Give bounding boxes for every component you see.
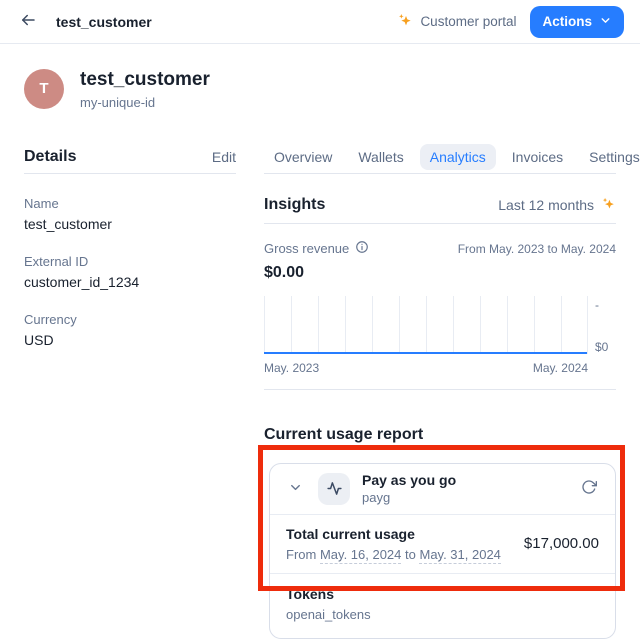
chart-zero-line [264, 352, 587, 354]
edit-details-button[interactable]: Edit [212, 149, 236, 165]
sparkle-icon [601, 196, 616, 214]
plan-name: Pay as you go [362, 472, 456, 488]
topbar: test_customer Customer portal Actions [0, 0, 640, 44]
back-button[interactable] [16, 10, 40, 34]
y-tick-top: - [595, 298, 616, 312]
insights-heading: Insights [264, 196, 325, 214]
usage-item-name: Tokens [286, 586, 599, 602]
avatar: T [24, 69, 64, 109]
usage-item-code: openai_tokens [286, 607, 599, 622]
range-label: Last 12 months [498, 197, 594, 213]
topbar-title: test_customer [56, 14, 152, 30]
usage-report-heading: Current usage report [264, 426, 616, 444]
page-content: T test_customer my-unique-id Details Edi… [0, 68, 640, 639]
chevron-down-icon [288, 480, 303, 498]
usage-item-row[interactable]: Tokens openai_tokens [270, 574, 615, 638]
actions-button[interactable]: Actions [530, 6, 624, 38]
customer-name: test_customer [80, 68, 210, 92]
collapse-toggle[interactable] [284, 478, 306, 500]
chart-period-label: From May. 2023 to May. 2024 [458, 240, 616, 282]
customer-portal-link[interactable]: Customer portal [397, 12, 516, 31]
customer-header: T test_customer my-unique-id [24, 68, 616, 110]
usage-period: From May. 16, 2024 to May. 31, 2024 [286, 547, 501, 562]
customer-portal-label: Customer portal [420, 14, 516, 29]
insights-header: Insights Last 12 months [264, 188, 616, 224]
details-panel: Details Edit Name test_customer External… [24, 144, 236, 639]
details-heading: Details [24, 148, 76, 166]
metric-left: Gross revenue $0.00 [264, 240, 369, 282]
gross-revenue-chart: - $0 [264, 296, 616, 354]
total-usage-left: Total current usage From May. 16, 2024 t… [286, 526, 501, 562]
tab-bar: Overview Wallets Analytics Invoices Sett… [264, 144, 616, 174]
chart-x-axis: May. 2023 May. 2024 [264, 361, 588, 375]
total-usage-row: Total current usage From May. 16, 2024 t… [270, 515, 615, 573]
total-usage-label: Total current usage [286, 526, 501, 542]
x-tick-end: May. 2024 [533, 361, 588, 375]
pulse-icon [318, 473, 350, 505]
y-tick-zero: $0 [595, 340, 616, 354]
refresh-button[interactable] [577, 477, 601, 501]
period-start-date[interactable]: May. 16, 2024 [320, 547, 401, 564]
refresh-icon [581, 479, 597, 498]
main-panel: Overview Wallets Analytics Invoices Sett… [264, 144, 616, 639]
actions-label: Actions [542, 14, 592, 29]
field-value: customer_id_1234 [24, 274, 236, 290]
chart-y-axis: - $0 [588, 296, 616, 354]
tab-settings[interactable]: Settings [579, 144, 640, 170]
gross-revenue-block: Gross revenue $0.00 From May. 2023 to Ma… [264, 240, 616, 282]
customer-identity: test_customer my-unique-id [80, 68, 210, 110]
plan-row[interactable]: Pay as you go payg [270, 464, 615, 514]
field-value: test_customer [24, 216, 236, 232]
gross-revenue-value: $0.00 [264, 264, 369, 282]
tab-analytics[interactable]: Analytics [420, 144, 496, 170]
info-icon[interactable] [355, 240, 369, 257]
field-label: Name [24, 196, 236, 211]
usage-report-card: Pay as you go payg Total current usage [269, 463, 616, 639]
chevron-down-icon [599, 14, 612, 30]
customer-external-id: my-unique-id [80, 95, 210, 110]
tab-invoices[interactable]: Invoices [502, 144, 573, 170]
period-end-date[interactable]: May. 31, 2024 [419, 547, 500, 564]
plan-info: Pay as you go payg [362, 472, 456, 505]
tab-overview[interactable]: Overview [264, 144, 342, 170]
gross-revenue-label: Gross revenue [264, 241, 349, 256]
chart-plot-area [264, 296, 588, 354]
total-usage-amount: $17,000.00 [524, 535, 599, 552]
period-to-word: to [405, 547, 416, 562]
arrow-left-icon [19, 11, 37, 32]
sparkle-icon [397, 12, 413, 31]
period-from-word: From [286, 547, 316, 562]
date-range-selector[interactable]: Last 12 months [498, 196, 616, 214]
detail-field-external-id: External ID customer_id_1234 [24, 254, 236, 290]
x-tick-start: May. 2023 [264, 361, 319, 375]
plan-code: payg [362, 490, 456, 505]
section-divider [264, 389, 616, 390]
field-label: External ID [24, 254, 236, 269]
field-label: Currency [24, 312, 236, 327]
detail-field-currency: Currency USD [24, 312, 236, 348]
detail-field-name: Name test_customer [24, 196, 236, 232]
tab-wallets[interactable]: Wallets [348, 144, 413, 170]
field-value: USD [24, 332, 236, 348]
